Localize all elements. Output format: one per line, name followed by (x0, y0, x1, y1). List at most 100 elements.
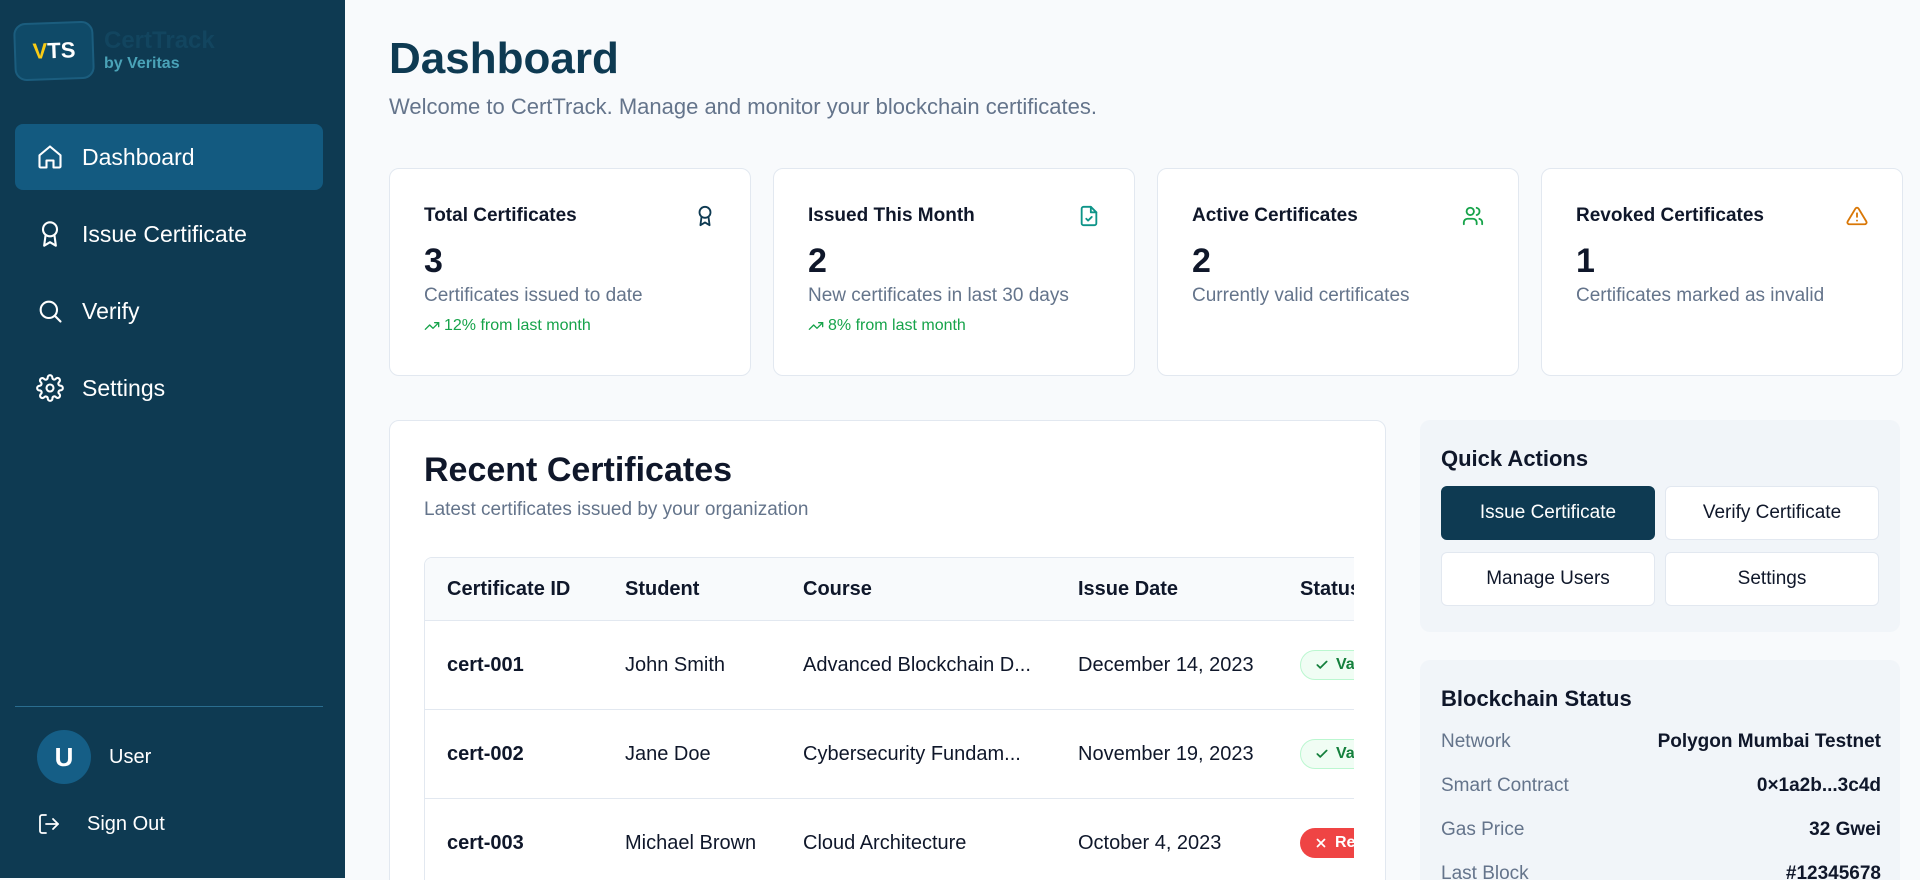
table-header: Certificate ID Student Course Issue Date… (425, 558, 1354, 620)
cell-issue-date: December 14, 2023 (1078, 653, 1254, 676)
stat-card-total: Total Certificates 3 Certificates issued… (389, 168, 751, 376)
section-subtitle: Latest certificates issued by your organ… (424, 499, 809, 520)
column-header[interactable]: Student (625, 558, 699, 620)
sign-out-label: Sign Out (87, 812, 165, 835)
home-icon (38, 145, 62, 169)
stat-description: Currently valid certificates (1192, 285, 1410, 306)
cell-student: Jane Doe (625, 742, 711, 765)
trending-up-icon (424, 322, 440, 330)
sidebar: V TS CertTrack by Veritas Dashboard Issue… (0, 0, 345, 878)
status-badge: Rev (1300, 828, 1354, 858)
sign-out-button[interactable]: Sign Out (37, 812, 165, 836)
status-row-network: Network Polygon Mumbai Testnet (1441, 731, 1881, 753)
stat-description: Certificates issued to date (424, 285, 643, 306)
warning-icon (1846, 206, 1868, 226)
section-title: Blockchain Status (1441, 686, 1632, 711)
gear-icon (36, 374, 64, 402)
search-icon (39, 300, 62, 323)
column-header[interactable]: Certificate ID (447, 558, 570, 620)
sidebar-item-label: Verify (82, 297, 140, 324)
stat-value: 2 (808, 242, 827, 280)
stat-card-revoked: Revoked Certificates 1 Certificates mark… (1541, 168, 1903, 376)
certificates-table[interactable]: Certificate ID Student Course Issue Date… (424, 557, 1354, 880)
column-header[interactable]: Course (803, 558, 872, 620)
users-icon (1462, 206, 1484, 226)
logout-icon (39, 814, 59, 834)
stat-trend-text: 8% from last month (828, 317, 966, 334)
logo-badge-ts: TS (46, 37, 76, 64)
award-icon (698, 205, 712, 227)
stat-trend: 12% from last month (424, 317, 716, 335)
brand-logo[interactable]: V TS CertTrack by Veritas (13, 20, 215, 82)
avatar: U (37, 730, 91, 784)
cell-certificate-id: cert-002 (447, 742, 524, 765)
status-badge: Vali (1300, 650, 1354, 680)
cell-issue-date: October 4, 2023 (1078, 831, 1222, 854)
brand-subtitle: by Veritas (104, 55, 180, 72)
sidebar-item-verify[interactable]: Verify (15, 278, 323, 344)
stat-description: New certificates in last 30 days (808, 285, 1069, 306)
sidebar-divider (15, 706, 323, 707)
brand-name: CertTrack (104, 27, 215, 54)
manage-users-button[interactable]: Manage Users (1441, 552, 1655, 606)
file-check-icon (1080, 205, 1098, 227)
cell-course: Advanced Blockchain D... (803, 653, 1031, 676)
cell-status: Vali (1300, 621, 1354, 709)
status-row-gas-price: Gas Price 32 Gwei (1441, 819, 1881, 841)
page-subtitle: Welcome to CertTrack. Manage and monitor… (389, 94, 1097, 119)
status-label: Smart Contract (1441, 775, 1569, 796)
column-header[interactable]: Issue Date (1078, 558, 1178, 620)
check-icon (1316, 749, 1328, 758)
trending-up-icon (808, 322, 824, 330)
sidebar-item-issue-certificate[interactable]: Issue Certificate (15, 201, 323, 267)
issue-certificate-button[interactable]: Issue Certificate (1441, 486, 1655, 540)
status-badge-label: Vali (1336, 656, 1354, 673)
quick-actions-card: Quick Actions Issue Certificate Verify C… (1420, 420, 1900, 632)
status-badge-label: Rev (1335, 834, 1354, 851)
section-title: Recent Certificates (424, 451, 733, 489)
sidebar-item-label: Issue Certificate (82, 220, 247, 247)
logo-text: CertTrack by Veritas (104, 28, 215, 74)
cell-status: Rev (1300, 799, 1354, 880)
table-row[interactable]: cert-002 Jane Doe Cybersecurity Fundam..… (425, 709, 1354, 798)
stat-description: Certificates marked as invalid (1576, 285, 1825, 306)
x-icon (1316, 838, 1326, 848)
stat-trend: 8% from last month (808, 317, 1100, 335)
stat-title: Active Certificates (1192, 205, 1358, 226)
column-header[interactable]: Status (1300, 558, 1354, 620)
status-row-smart-contract: Smart Contract 0×1a2b...3c4d (1441, 775, 1881, 797)
sidebar-item-label: Dashboard (82, 143, 195, 170)
section-title: Quick Actions (1441, 446, 1589, 471)
award-icon (41, 221, 59, 247)
check-icon (1316, 660, 1328, 669)
cell-issue-date: November 19, 2023 (1078, 742, 1254, 765)
table-row[interactable]: cert-001 John Smith Advanced Blockchain … (425, 620, 1354, 709)
stat-trend-text: 12% from last month (444, 317, 591, 334)
verify-certificate-button[interactable]: Verify Certificate (1665, 486, 1879, 540)
status-value: 32 Gwei (1809, 819, 1881, 840)
stat-title: Issued This Month (808, 205, 975, 226)
cell-status: Vali (1300, 710, 1354, 798)
sidebar-item-dashboard[interactable]: Dashboard (15, 124, 323, 190)
status-value: Polygon Mumbai Testnet (1657, 731, 1881, 752)
sidebar-item-settings[interactable]: Settings (15, 355, 323, 421)
cell-student: Michael Brown (625, 831, 757, 854)
status-value: 0×1a2b...3c4d (1756, 775, 1881, 796)
stat-value: 2 (1192, 242, 1211, 280)
status-badge: Vali (1300, 739, 1354, 769)
settings-button[interactable]: Settings (1665, 552, 1879, 606)
cell-student: John Smith (625, 653, 726, 676)
logo-badge: V TS (13, 20, 95, 82)
status-label: Last Block (1441, 863, 1529, 880)
user-profile[interactable]: U User (37, 730, 151, 784)
stat-card-active: Active Certificates 2 Currently valid ce… (1157, 168, 1519, 376)
stat-value: 3 (424, 242, 443, 280)
status-row-last-block: Last Block #12345678 (1441, 863, 1881, 880)
stat-title: Total Certificates (424, 205, 577, 226)
table-row[interactable]: cert-003 Michael Brown Cloud Architectur… (425, 798, 1354, 880)
cell-course: Cybersecurity Fundam... (803, 742, 1021, 765)
status-label: Network (1441, 731, 1511, 752)
status-badge-label: Vali (1336, 745, 1354, 762)
user-name: User (109, 745, 152, 768)
stat-value: 1 (1576, 242, 1595, 280)
